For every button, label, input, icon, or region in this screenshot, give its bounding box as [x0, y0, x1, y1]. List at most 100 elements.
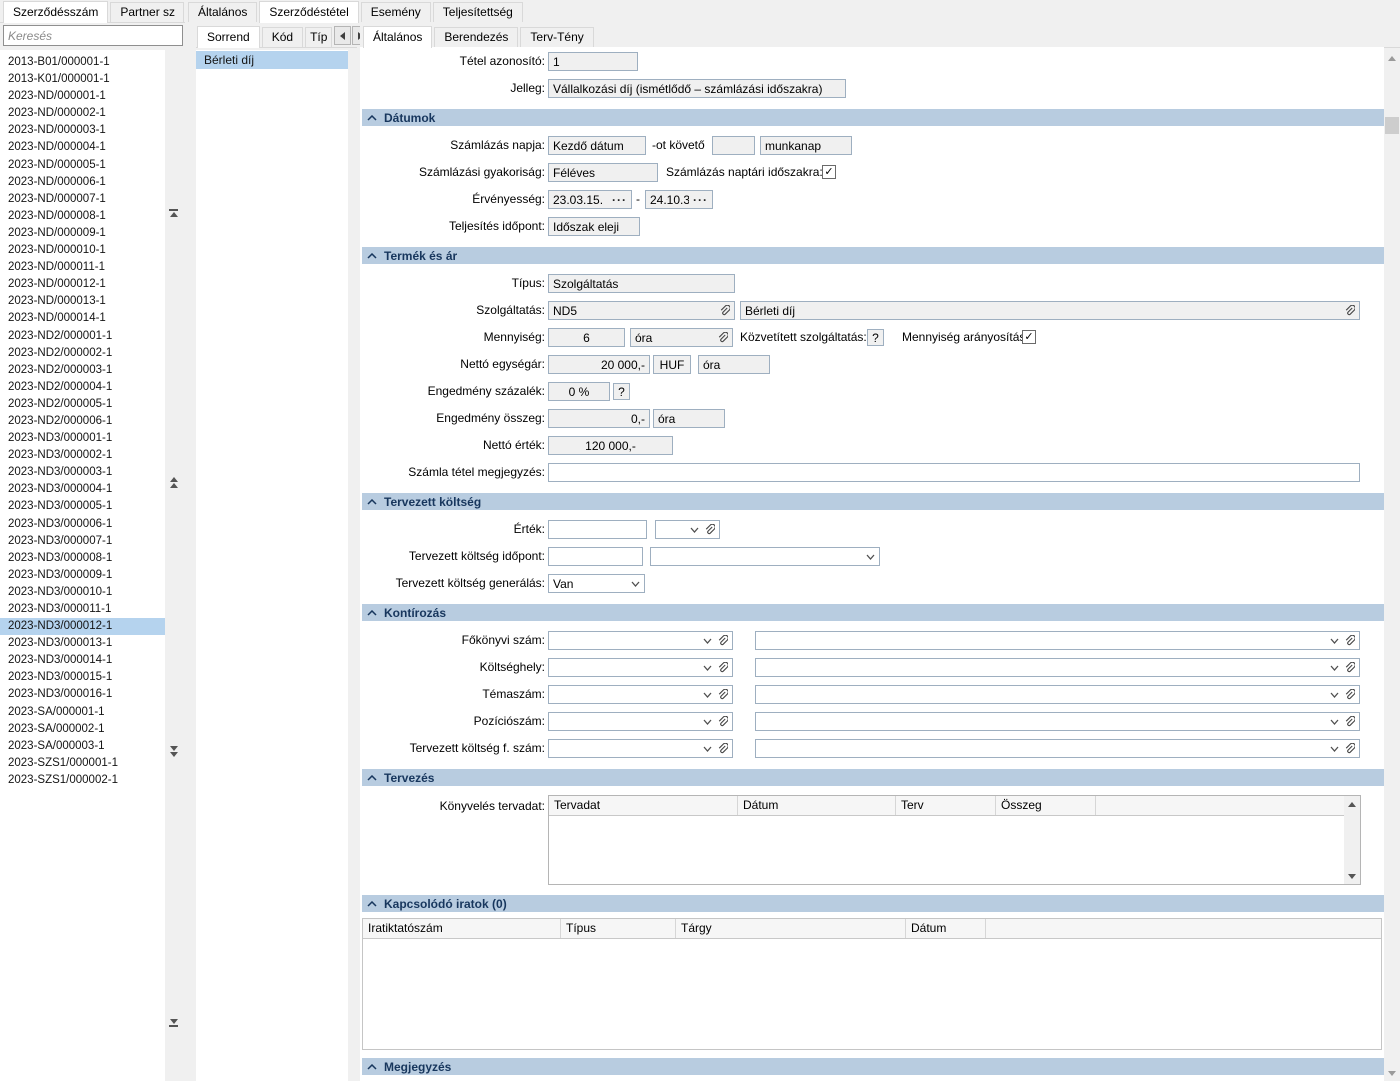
- contract-list-item[interactable]: 2023-ND3/000004-1: [0, 481, 165, 498]
- tetel-azonosito-field[interactable]: 1: [548, 52, 638, 71]
- contract-list-item[interactable]: 2023-ND3/000006-1: [0, 516, 165, 533]
- koltseghely-combo[interactable]: [548, 658, 733, 677]
- column-header-tipus[interactable]: Típus: [561, 919, 676, 938]
- tab-szerzodesszam[interactable]: Szerződésszám: [3, 1, 108, 23]
- contract-list-item[interactable]: 2023-SA/000001-1: [0, 704, 165, 721]
- koltseghely-name-combo[interactable]: [755, 658, 1360, 677]
- paperclip-icon[interactable]: [716, 716, 728, 728]
- paperclip-icon[interactable]: [703, 524, 715, 536]
- munkanap-field[interactable]: munkanap: [760, 136, 852, 155]
- tipus-field[interactable]: Szolgáltatás: [548, 274, 735, 293]
- contract-list-scrollbar[interactable]: [165, 50, 182, 1081]
- section-kapcsolodo-iratok[interactable]: Kapcsolódó iratok (0): [362, 895, 1387, 912]
- tervezett-koltseg-fszam-combo[interactable]: [548, 739, 733, 758]
- contract-list-item[interactable]: 2023-ND2/000002-1: [0, 345, 165, 362]
- contract-list-item[interactable]: 2023-ND3/000013-1: [0, 635, 165, 652]
- tab-teljesitettseg[interactable]: Teljesítettség: [433, 2, 523, 22]
- column-header-terv[interactable]: Terv: [896, 796, 996, 815]
- fokonyvi-szam-combo[interactable]: [548, 631, 733, 650]
- grid-scroll-down-button[interactable]: [1344, 869, 1360, 883]
- column-header-iratiktatoszam[interactable]: Iratiktatószám: [363, 919, 561, 938]
- paperclip-icon[interactable]: [718, 305, 730, 317]
- paperclip-icon[interactable]: [1343, 743, 1355, 755]
- scroll-to-bottom-button[interactable]: [165, 1015, 182, 1031]
- contract-list-item[interactable]: 2023-ND3/000010-1: [0, 584, 165, 601]
- contract-list-item[interactable]: 2023-ND3/000014-1: [0, 652, 165, 669]
- column-header-tervadat[interactable]: Tervadat: [549, 796, 738, 815]
- tab-altalanos[interactable]: Általános: [188, 2, 257, 22]
- contract-list-item[interactable]: 2023-ND2/000006-1: [0, 413, 165, 430]
- scroll-page-up-button[interactable]: [165, 474, 182, 490]
- szolgaltatas-code-field[interactable]: ND5: [548, 301, 735, 320]
- tervezett-koltseg-generalas-combo[interactable]: Van: [548, 574, 645, 593]
- scroll-page-down-button[interactable]: [165, 743, 182, 759]
- paperclip-icon[interactable]: [716, 662, 728, 674]
- paperclip-icon[interactable]: [1343, 689, 1355, 701]
- tab-esemeny[interactable]: Esemény: [361, 2, 431, 22]
- contract-list-item[interactable]: 2023-ND/000003-1: [0, 122, 165, 139]
- tervadat-grid-scrollbar[interactable]: [1344, 796, 1360, 884]
- szamlazasi-gyakorisag-field[interactable]: Féléves: [548, 163, 658, 182]
- currency-field[interactable]: HUF: [653, 355, 691, 374]
- paperclip-icon[interactable]: [1343, 305, 1355, 317]
- contract-list-item[interactable]: 2023-ND3/000008-1: [0, 550, 165, 567]
- contract-list-item[interactable]: 2023-SZS1/000001-1: [0, 755, 165, 772]
- contract-list-item[interactable]: 2023-ND/000008-1: [0, 208, 165, 225]
- paperclip-icon[interactable]: [716, 743, 728, 755]
- contract-list-item[interactable]: 2023-SA/000002-1: [0, 721, 165, 738]
- tab-sorrend[interactable]: Sorrend: [197, 26, 260, 48]
- contract-list-item[interactable]: 2023-ND3/000005-1: [0, 498, 165, 515]
- contract-list-item[interactable]: 2023-ND/000002-1: [0, 105, 165, 122]
- contract-list-item[interactable]: 2023-ND3/000002-1: [0, 447, 165, 464]
- engedmeny-osszeg-field[interactable]: 0,-: [548, 409, 650, 428]
- paperclip-icon[interactable]: [716, 689, 728, 701]
- ervenyesseg-from-field[interactable]: 23.03.15. ···: [548, 190, 632, 209]
- contract-list-item[interactable]: 2023-ND/000012-1: [0, 276, 165, 293]
- section-datumok[interactable]: Dátumok: [362, 109, 1387, 126]
- netto-egysegar-field[interactable]: 20 000,-: [548, 355, 650, 374]
- fokonyvi-szam-name-combo[interactable]: [755, 631, 1360, 650]
- paperclip-icon[interactable]: [1343, 716, 1355, 728]
- egysegar-unit-field[interactable]: óra: [698, 355, 770, 374]
- contract-list-item[interactable]: 2023-SA/000003-1: [0, 738, 165, 755]
- form-scroll-down-button[interactable]: [1384, 1066, 1400, 1080]
- tab-szerzodestetel[interactable]: Szerződéstétel: [259, 1, 358, 23]
- contract-list-item[interactable]: 2023-ND/000013-1: [0, 293, 165, 310]
- contract-list-item[interactable]: 2023-ND3/000009-1: [0, 567, 165, 584]
- mennyiseg-unit-field[interactable]: óra: [630, 328, 733, 347]
- szamlazas-napja-field[interactable]: Kezdő dátum: [548, 136, 646, 155]
- form-scrollbar[interactable]: [1384, 50, 1400, 1081]
- tetel-list-item[interactable]: Bérleti díj: [196, 51, 348, 69]
- tervezett-koltseg-idopont-field[interactable]: [548, 547, 643, 566]
- tab-detail-altalanos[interactable]: Általános: [363, 26, 432, 48]
- contract-list-item[interactable]: 2023-ND3/000001-1: [0, 430, 165, 447]
- contract-list-item[interactable]: 2023-ND/000014-1: [0, 310, 165, 327]
- contract-list-item[interactable]: 2023-ND2/000003-1: [0, 362, 165, 379]
- pozicioszam-name-combo[interactable]: [755, 712, 1360, 731]
- contract-list-item[interactable]: 2013-B01/000001-1: [0, 54, 165, 71]
- section-tervezes[interactable]: Tervezés: [362, 769, 1387, 786]
- tab-tipus[interactable]: Típ: [305, 27, 332, 47]
- section-tervezett-koltseg[interactable]: Tervezett költség: [362, 493, 1387, 510]
- contract-list-item[interactable]: 2023-ND/000007-1: [0, 191, 165, 208]
- contract-list-item[interactable]: 2023-ND/000004-1: [0, 139, 165, 156]
- contract-list-item[interactable]: 2023-ND2/000001-1: [0, 328, 165, 345]
- contract-list-item[interactable]: 2023-ND3/000015-1: [0, 669, 165, 686]
- contract-list-item[interactable]: 2023-ND3/000007-1: [0, 533, 165, 550]
- form-scroll-up-button[interactable]: [1384, 51, 1400, 65]
- date-picker-button[interactable]: ···: [693, 193, 708, 207]
- contract-list-item[interactable]: 2023-ND3/000011-1: [0, 601, 165, 618]
- contract-list-item[interactable]: 2023-SZS1/000002-1: [0, 772, 165, 789]
- ertek-unit-combo[interactable]: [655, 520, 720, 539]
- szolgaltatas-name-field[interactable]: Bérleti díj: [740, 301, 1360, 320]
- section-kontirozas[interactable]: Kontírozás: [362, 604, 1387, 621]
- kozvetitett-checkbox[interactable]: ?: [867, 329, 884, 346]
- ertek-field[interactable]: [548, 520, 647, 539]
- tervezett-koltseg-idopont-combo[interactable]: [650, 547, 880, 566]
- jelleg-field[interactable]: Vállalkozási díj (ismétlődő – számlázási…: [548, 79, 846, 98]
- grid-scroll-up-button[interactable]: [1344, 797, 1360, 811]
- tab-berendezes[interactable]: Berendezés: [434, 27, 518, 47]
- naptari-idoszak-checkbox[interactable]: ✓: [822, 165, 836, 179]
- contract-list-item[interactable]: 2023-ND/000006-1: [0, 174, 165, 191]
- contract-list-item[interactable]: 2013-K01/000001-1: [0, 71, 165, 88]
